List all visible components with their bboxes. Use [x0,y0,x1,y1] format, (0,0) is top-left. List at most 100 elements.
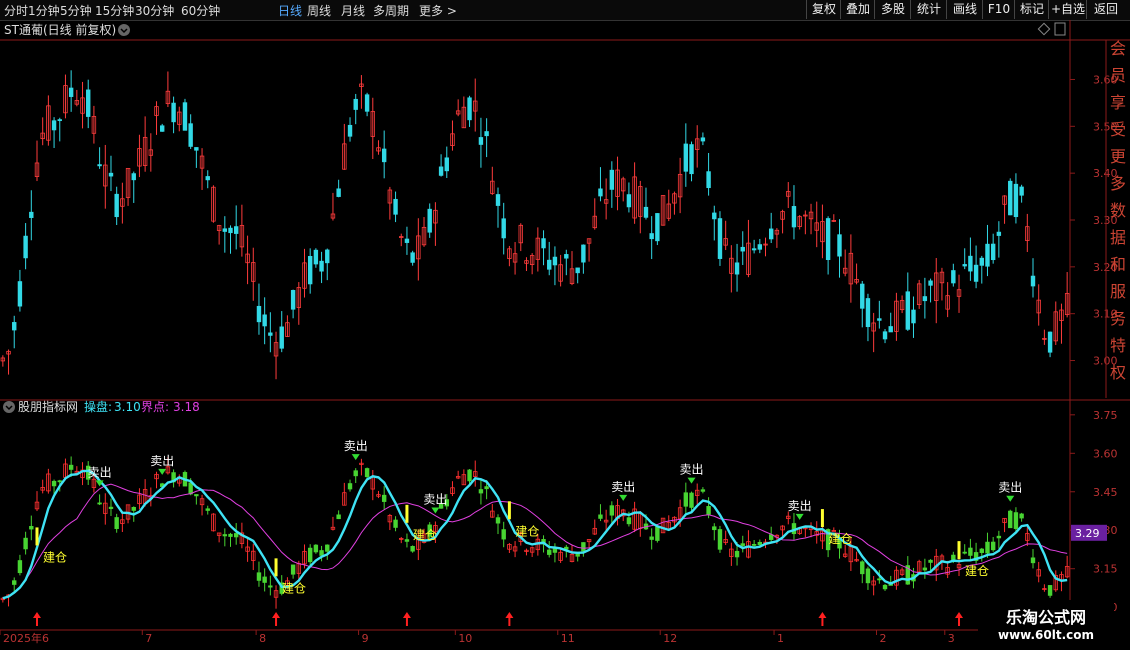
main-title: ST通葡(日线 前复权) [4,22,116,37]
build-bar [35,527,39,546]
ind-candle [990,541,996,551]
period-tab-10[interactable]: 更多 > [419,2,457,19]
period-tab-3[interactable]: 15分钟 [95,2,134,19]
ind-candle [404,539,410,542]
toolbar-button-4[interactable]: 画线 [946,0,983,19]
main-title-dropdown-icon[interactable] [118,24,130,36]
period-tab-0[interactable]: 分时 [4,2,28,19]
ind-candle [712,526,717,531]
candle-body [393,198,398,215]
side-ad-char-1: 员 [1110,66,1126,85]
toolbar-button-8[interactable]: 返回 [1086,0,1125,19]
ind-candle [882,584,888,590]
candle-body [188,123,193,147]
sell-arrow-icon [687,477,696,484]
candle-body [86,89,91,117]
toolbar-button-0[interactable]: 复权 [806,0,841,19]
sell-arrow-icon [1006,495,1015,502]
ind-candle [228,533,233,537]
side-ad-char-2: 享 [1110,93,1126,112]
x-label-6: 12 [663,632,677,645]
diamond-icon[interactable] [1037,22,1051,36]
ind-candle [51,480,57,487]
candle-body [233,226,239,234]
candle-body [575,267,580,274]
period-tab-6[interactable]: 日线 [278,2,302,19]
build-bar [820,509,824,528]
kline-chart[interactable]: 3.003.103.203.303.403.503.60ST通葡(日线 前复权)… [0,20,1130,650]
period-tab-4[interactable]: 30分钟 [135,2,174,19]
candle-body [336,188,341,197]
candle-body [347,124,353,137]
sell-label-4: 卖出 [611,480,635,494]
ind-candle [649,536,654,540]
candle-body [837,234,842,257]
candle-body [51,120,57,131]
sell-label-1: 卖出 [150,454,174,468]
side-ad-char-0: 会 [1110,39,1126,58]
period-tab-9[interactable]: 多周期 [373,2,409,19]
candle-body [609,169,615,190]
candle-body [57,119,62,122]
toolbar-button-5[interactable]: F10 [982,0,1015,19]
ind-candle [689,492,694,508]
panel-toggle-icon[interactable] [1054,22,1066,36]
build-label-0: 建仓 [43,550,67,564]
ind-candle [222,534,228,537]
ind-y-label-3: 3.45 [1093,486,1118,499]
ind-candle [1008,510,1013,529]
candle-body [1013,183,1019,218]
jiedian-value: 3.18 [173,400,200,414]
toolbar-button-1[interactable]: 叠加 [840,0,875,19]
indicator-dropdown-icon[interactable] [3,401,15,413]
candle-body [905,291,910,330]
ind-candle [1013,512,1019,529]
buy-arrow-icon [272,612,281,626]
ind-candle [478,489,484,494]
build-bar [957,541,961,560]
candle-body [160,125,165,132]
ind-candle [1047,585,1053,596]
toolbar-button-2[interactable]: 多股 [874,0,911,19]
period-tab-7[interactable]: 周线 [307,2,331,19]
candle-body [751,248,757,251]
candle-body [404,238,410,243]
side-ad-char-8: 和 [1110,255,1126,274]
candle-body [12,322,17,331]
candle-body [922,296,928,302]
candle-body [700,137,706,142]
toolbar-button-7[interactable]: +自选 [1048,0,1087,19]
candle-body [990,243,996,261]
toolbar-button-3[interactable]: 统计 [910,0,947,19]
period-tab-2[interactable]: 5分钟 [60,2,92,19]
candle-body [689,144,694,175]
sell-label-0: 卖出 [88,465,112,479]
ind-candle [29,526,34,530]
ind-candle [347,483,353,490]
ind-candle [547,549,552,555]
period-tab-1[interactable]: 1分钟 [28,2,60,19]
candle-body [484,131,489,137]
candle-body [825,218,831,260]
ind-candle [928,559,933,563]
buy-arrow-icon [955,612,964,626]
build-bar [405,504,409,523]
candle-body [649,233,654,240]
ind-candle [581,542,586,552]
candle-body [547,259,552,270]
ind-candle [319,550,324,556]
toolbar-button-6[interactable]: 标记 [1014,0,1049,19]
ind-candle [23,537,28,550]
ind-candle [484,486,489,490]
ind-candle [17,560,23,574]
candle-body [262,314,267,327]
x-label-0: 2025年6 [3,631,49,645]
candle-body [364,94,370,112]
candle-body [478,137,484,145]
ind-candle [877,578,882,581]
period-tab-8[interactable]: 月线 [341,2,365,19]
caopan-label: 操盘: [84,399,112,414]
candle-body [97,164,102,167]
period-tab-5[interactable]: 60分钟 [181,2,220,19]
buy-arrow-icon [32,612,41,626]
